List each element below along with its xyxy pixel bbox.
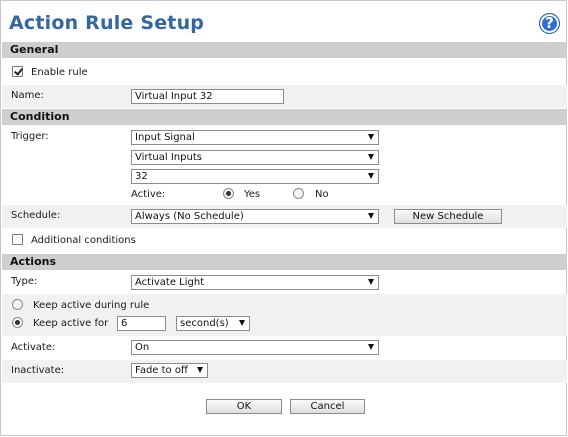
- chevron-down-icon: [239, 320, 245, 326]
- new-schedule-button[interactable]: New Schedule: [394, 209, 502, 224]
- duration-unit-select[interactable]: second(s): [176, 316, 250, 331]
- activate-label: Activate:: [11, 342, 56, 353]
- trigger-type-select-value: Virtual Inputs: [135, 152, 202, 163]
- active-no-radio[interactable]: [293, 188, 304, 199]
- type-label: Type:: [11, 276, 38, 287]
- activate-select[interactable]: On: [131, 340, 379, 355]
- keep-active-for-radio[interactable]: [12, 317, 23, 328]
- enable-rule-checkbox[interactable]: [12, 66, 23, 77]
- trigger-port-select[interactable]: 32: [131, 169, 379, 184]
- additional-conditions-label: Additional conditions: [31, 235, 136, 246]
- type-row: Type: Activate Light: [2, 271, 567, 294]
- schedule-row: Schedule: Always (No Schedule) New Sched…: [2, 205, 567, 228]
- active-no-label: No: [315, 189, 329, 200]
- chevron-down-icon: [368, 173, 374, 179]
- schedule-label: Schedule:: [11, 210, 61, 221]
- duration-row: Keep active during rule Keep active for …: [2, 294, 567, 336]
- chevron-down-icon: [368, 213, 374, 219]
- additional-conditions-checkbox[interactable]: [12, 234, 23, 245]
- activate-row: Activate: On: [2, 336, 567, 360]
- name-input[interactable]: Virtual Input 32: [131, 89, 284, 104]
- chevron-down-icon: [368, 344, 374, 350]
- duration-input[interactable]: 6: [117, 316, 166, 331]
- trigger-label: Trigger:: [11, 131, 49, 142]
- trigger-select[interactable]: Input Signal: [131, 130, 379, 145]
- chevron-down-icon: [368, 134, 374, 140]
- schedule-select-value: Always (No Schedule): [135, 211, 244, 222]
- name-row: Name: Virtual Input 32: [2, 85, 567, 108]
- keep-active-for-label: Keep active for: [33, 318, 109, 329]
- trigger-select-value: Input Signal: [135, 132, 195, 143]
- trigger-row: Trigger: Input Signal Virtual Inputs 32 …: [2, 126, 567, 205]
- trigger-port-select-value: 32: [135, 171, 148, 182]
- inactivate-label: Inactivate:: [11, 365, 65, 376]
- help-icon[interactable]: ?: [539, 13, 560, 34]
- additional-conditions-row: Additional conditions: [2, 228, 567, 252]
- action-rule-dialog: Action Rule Setup ? General Enable rule …: [0, 0, 567, 436]
- inactivate-select-value: Fade to off: [135, 365, 188, 376]
- chevron-down-icon: [368, 154, 374, 160]
- chevron-down-icon: [368, 279, 374, 285]
- section-general-header: General: [2, 42, 567, 58]
- chevron-down-icon: [197, 367, 203, 373]
- activate-select-value: On: [135, 342, 150, 353]
- keep-active-during-label: Keep active during rule: [33, 300, 150, 311]
- enable-rule-row: Enable rule: [2, 59, 567, 85]
- trigger-type-select[interactable]: Virtual Inputs: [131, 150, 379, 165]
- active-yes-label: Yes: [244, 189, 261, 200]
- type-select[interactable]: Activate Light: [131, 275, 379, 290]
- page-title: Action Rule Setup: [9, 12, 205, 34]
- cancel-button[interactable]: Cancel: [290, 399, 365, 414]
- schedule-select[interactable]: Always (No Schedule): [131, 209, 379, 224]
- inactivate-select[interactable]: Fade to off: [131, 363, 208, 378]
- section-actions-header: Actions: [2, 254, 567, 270]
- inactivate-row: Inactivate: Fade to off: [2, 360, 567, 383]
- name-label: Name:: [11, 90, 44, 101]
- active-yes-radio[interactable]: [223, 188, 234, 199]
- section-condition-header: Condition: [2, 109, 567, 125]
- duration-unit-select-value: second(s): [180, 318, 229, 329]
- type-select-value: Activate Light: [135, 277, 205, 288]
- active-label: Active:: [131, 189, 166, 200]
- keep-active-during-radio[interactable]: [12, 299, 23, 310]
- ok-button[interactable]: OK: [206, 399, 282, 414]
- enable-rule-label: Enable rule: [31, 67, 88, 78]
